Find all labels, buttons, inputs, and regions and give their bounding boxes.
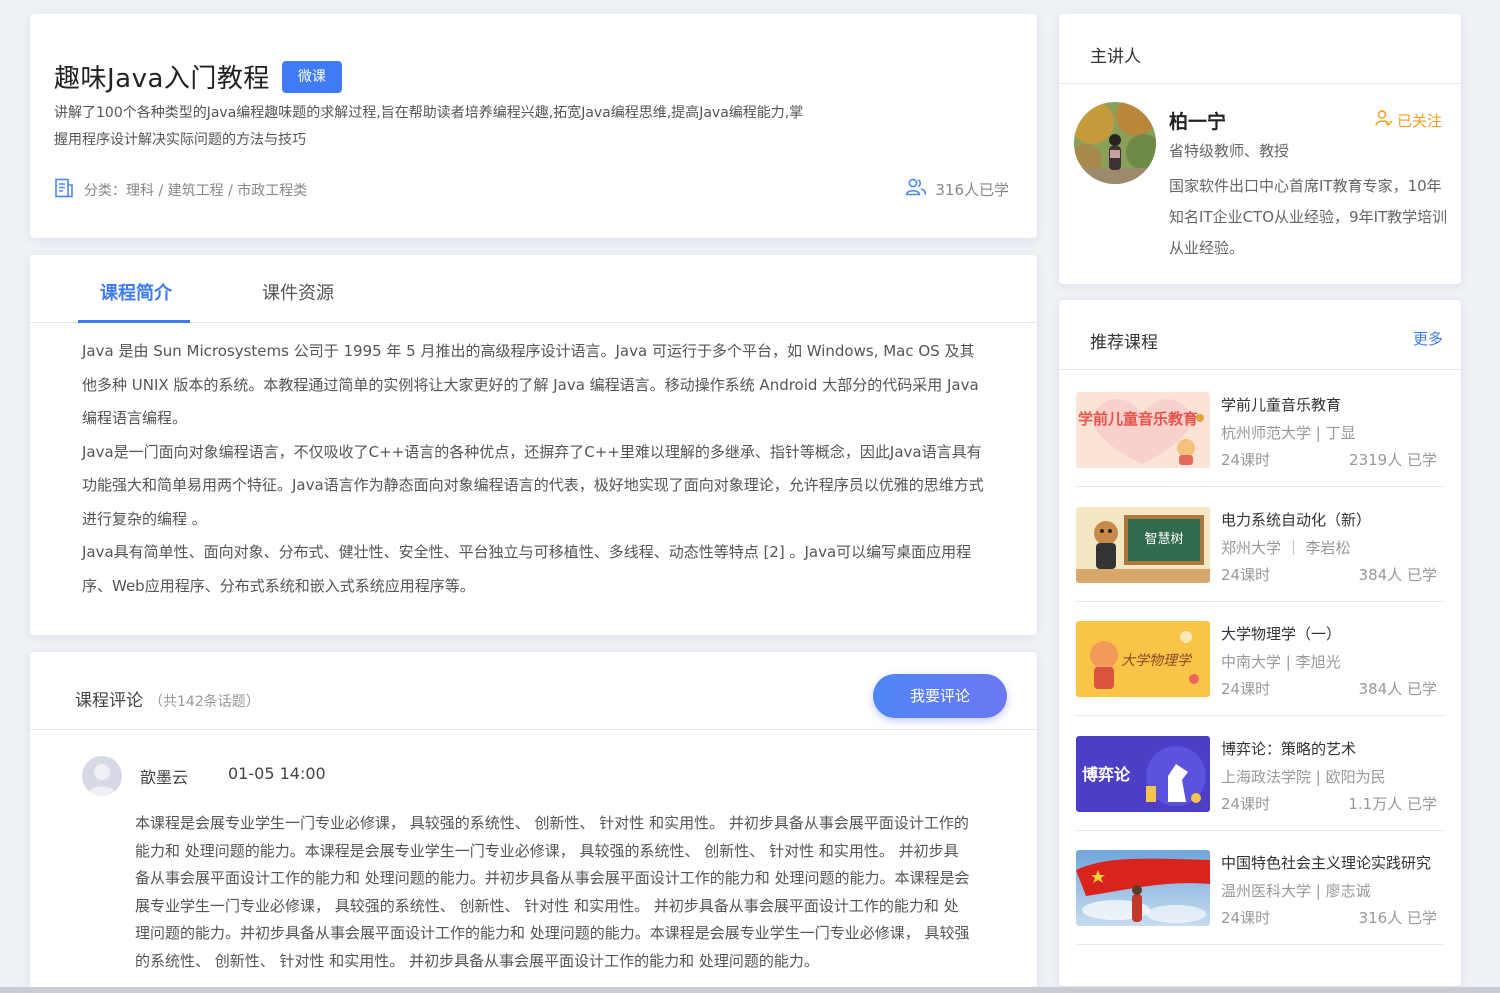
lecturer-name[interactable]: 柏一宁: [1169, 107, 1226, 134]
recommended-course-learners: 1.1万人 已学: [1348, 795, 1437, 813]
user-check-icon: [1375, 109, 1393, 131]
course-description: 讲解了100个各种类型的Java编程趣味题的求解过程,旨在帮助读者培养编程兴趣,…: [54, 105, 804, 148]
course-comments-card: 课程评论 （共142条话题） 我要评论 歆墨云 01-05 14:00 本课程是会…: [30, 652, 1037, 993]
horizontal-scrollbar[interactable]: [0, 987, 1500, 993]
course-thumbnail[interactable]: 大学物理学: [1076, 621, 1210, 697]
recommended-course-item[interactable]: 学前儿童音乐教育 学前儿童音乐教育 杭州师范大学 | 丁显 24课时 2319人…: [1075, 372, 1445, 487]
recommended-courses-card: 推荐课程 更多 学前儿童音乐教育 学前儿童音乐教育 杭州师范大学 | 丁显 24…: [1059, 300, 1461, 986]
recommended-course-title[interactable]: 电力系统自动化（新）: [1221, 509, 1371, 530]
comment-time: 01-05 14:00: [228, 764, 326, 783]
recommend-header: 推荐课程 更多: [1059, 300, 1461, 370]
course-learners: 316人已学: [905, 178, 1009, 200]
intro-paragraph: Java具有简单性、面向对象、分布式、健壮性、安全性、平台独立与可移植性、多线程…: [82, 543, 972, 595]
course-title: 趣味Java入门教程: [54, 64, 270, 94]
write-comment-button[interactable]: 我要评论: [873, 674, 1007, 718]
recommended-course-hours: 24课时: [1221, 795, 1271, 813]
course-category: 分类：理科 / 建筑工程 / 市政工程类: [54, 178, 307, 202]
thumb-caption: 智慧树: [1144, 531, 1183, 547]
recommended-course-item[interactable]: 中国特色社会主义理论实践研究 温州医科大学 | 廖志诚 24课时 316人 已学: [1075, 830, 1445, 945]
follow-label: 已关注: [1397, 111, 1443, 130]
lecturer-card: 主讲人 柏一宁 已关注 省特级教师、教授 国家软件出口中心首席IT教育专家，10…: [1059, 14, 1461, 284]
tab-courseware[interactable]: 课件资源: [262, 279, 334, 305]
recommended-course-school: 上海政法学院 | 欧阳为民: [1221, 768, 1386, 786]
recommended-course-hours: 24课时: [1221, 680, 1271, 698]
recommend-section-title: 推荐课程: [1090, 333, 1158, 353]
tab-bar: 课程简介 课件资源: [30, 255, 1037, 323]
course-thumbnail[interactable]: 智慧树: [1076, 507, 1210, 583]
comment-text: 本课程是会展专业学生一门专业必修课， 具较强的系统性、 创新性、 针对性 和实用…: [135, 814, 970, 970]
recommended-course-hours: 24课时: [1221, 451, 1271, 469]
comments-count: （共142条话题）: [149, 694, 260, 710]
recommended-course-school: 郑州大学 ｜ 李岩松: [1221, 539, 1351, 557]
recommended-course-title[interactable]: 学前儿童音乐教育: [1221, 394, 1341, 415]
course-type-badge: 微课: [281, 60, 342, 93]
thumb-caption: 大学物理学: [1121, 653, 1193, 669]
course-tabs-card: 课程简介 课件资源 Java 是由 Sun Microsystems 公司于 1…: [30, 255, 1037, 635]
lecturer-bio: 国家软件出口中心首席IT教育专家，10年知名IT企业CTO从业经验，9年IT教学…: [1169, 177, 1448, 257]
course-learners-text: 316人已学: [935, 180, 1009, 199]
recommended-course-item[interactable]: 大学物理学 大学物理学（一） 中南大学 | 李旭光 24课时 384人 已学: [1075, 601, 1445, 716]
recommended-course-title[interactable]: 博弈论：策略的艺术: [1221, 738, 1356, 759]
course-intro-text: Java 是由 Sun Microsystems 公司于 1995 年 5 月推…: [82, 335, 984, 603]
comments-title-text: 课程评论: [75, 691, 143, 711]
recommended-course-hours: 24课时: [1221, 566, 1271, 584]
users-icon: [905, 178, 927, 200]
document-icon: [54, 178, 74, 202]
course-thumbnail[interactable]: [1076, 850, 1210, 926]
comments-header: 课程评论 （共142条话题） 我要评论: [30, 652, 1037, 730]
course-category-text: 分类：理科 / 建筑工程 / 市政工程类: [84, 183, 308, 199]
comment-user-name[interactable]: 歆墨云: [140, 764, 188, 788]
recommended-course-hours: 24课时: [1221, 909, 1271, 927]
course-title-row: 趣味Java入门教程 微课: [54, 58, 342, 95]
lecturer-section-title: 主讲人: [1090, 47, 1141, 67]
lecturer-photo: [1074, 102, 1156, 184]
thumb-caption: 学前儿童音乐教育: [1078, 410, 1198, 428]
thumb-caption: 博弈论: [1082, 765, 1131, 784]
intro-paragraph: Java是一门面向对象编程语言，不仅吸收了C++语言的各种优点，还摒弃了C++里…: [82, 442, 984, 528]
active-tab-indicator: [78, 320, 190, 323]
lecturer-titles: 省特级教师、教授: [1169, 142, 1290, 160]
recommended-course-learners: 384人 已学: [1358, 680, 1437, 698]
course-thumbnail[interactable]: 学前儿童音乐教育: [1076, 392, 1210, 468]
recommended-course-learners: 316人 已学: [1358, 909, 1437, 927]
recommended-course-learners: 384人 已学: [1358, 566, 1437, 584]
more-link[interactable]: 更多: [1413, 328, 1443, 349]
comments-title: 课程评论 （共142条话题）: [75, 686, 260, 711]
avatar[interactable]: [82, 756, 122, 796]
follow-button[interactable]: 已关注: [1375, 109, 1442, 131]
recommended-course-school: 杭州师范大学 | 丁显: [1221, 424, 1356, 442]
recommended-course-item[interactable]: 博弈论 博弈论：策略的艺术 上海政法学院 | 欧阳为民 24课时 1.1万人 已…: [1075, 716, 1445, 831]
recommended-course-title[interactable]: 大学物理学（一）: [1221, 623, 1341, 644]
course-header-card: 趣味Java入门教程 微课 讲解了100个各种类型的Java编程趣味题的求解过程…: [30, 14, 1037, 238]
course-thumbnail[interactable]: 博弈论: [1076, 736, 1210, 812]
intro-paragraph: Java 是由 Sun Microsystems 公司于 1995 年 5 月推…: [82, 342, 979, 427]
recommended-course-learners: 2319人 已学: [1349, 451, 1437, 469]
tab-course-intro[interactable]: 课程简介: [100, 279, 172, 305]
recommended-course-school: 温州医科大学 | 廖志诚: [1221, 882, 1371, 900]
recommended-course-school: 中南大学 | 李旭光: [1221, 653, 1341, 671]
recommended-course-title[interactable]: 中国特色社会主义理论实践研究: [1221, 852, 1431, 873]
recommended-course-item[interactable]: 智慧树 电力系统自动化（新） 郑州大学 ｜ 李岩松 24课时 384人 已学: [1075, 487, 1445, 602]
lecturer-header: 主讲人: [1059, 14, 1461, 84]
